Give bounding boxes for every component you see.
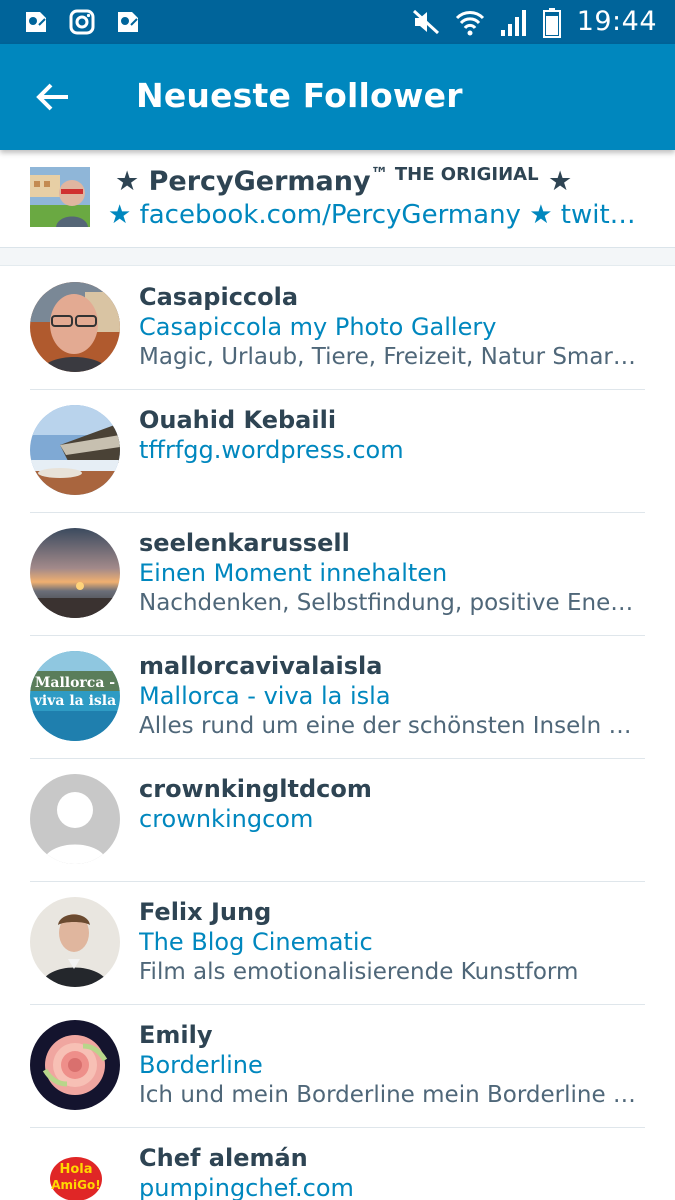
follower-site-link[interactable]: Mallorca - viva la isla [139, 682, 649, 710]
app-bar: Neueste Follower [0, 44, 675, 150]
avatar: Mallorca - viva la isla [30, 651, 120, 741]
list-item[interactable]: Casapiccola Casapiccola my Photo Gallery… [0, 267, 675, 390]
list-item[interactable]: crownkingltdcom crownkingcom [0, 759, 675, 882]
wifi-icon [455, 8, 484, 36]
avatar-text: Hola [59, 1162, 92, 1177]
avatar [30, 405, 120, 495]
avatar [30, 897, 120, 987]
status-bar: 19:44 [0, 0, 675, 44]
follower-name: seelenkarussell [139, 529, 350, 557]
followers-list: Casapiccola Casapiccola my Photo Gallery… [0, 267, 675, 1200]
page-title: Neueste Follower [136, 76, 463, 115]
follower-site-link[interactable]: The Blog Cinematic [139, 928, 649, 956]
maps-icon [22, 8, 50, 36]
follower-site-link[interactable]: tffrfgg.wordpress.com [139, 436, 649, 464]
follower-name: crownkingltdcom [139, 775, 372, 803]
follower-description: Alles rund um eine der schönsten Inseln … [139, 713, 639, 739]
blog-url[interactable]: ★ facebook.com/PercyGermany ★ twitter.co… [108, 200, 643, 230]
follower-name: Casapiccola [139, 283, 299, 311]
battery-icon [542, 7, 561, 38]
follower-name: Chef alemán [139, 1144, 308, 1172]
follower-name: mallorcavivalaisla [139, 652, 383, 680]
list-item[interactable]: seelenkarussell Einen Moment innehalten … [0, 513, 675, 636]
avatar-text: AmiGo! [51, 1178, 100, 1192]
maps-icon [114, 8, 142, 36]
follower-description: Ich und mein Borderline mein Borderline … [139, 1082, 639, 1108]
avatar: Hola AmiGo! [30, 1143, 120, 1200]
follower-site-link[interactable]: Borderline [139, 1051, 649, 1079]
avatar-text: viva la isla [33, 693, 116, 709]
avatar [30, 528, 120, 618]
follower-site-link[interactable]: Einen Moment innehalten [139, 559, 649, 587]
back-button[interactable] [28, 74, 78, 124]
list-item[interactable]: Mallorca - viva la isla mallorcavivalais… [0, 636, 675, 759]
list-item[interactable]: Felix Jung The Blog Cinematic Film als e… [0, 882, 675, 1005]
follower-description: Film als emotionalisierende Kunstform [139, 959, 579, 985]
blog-title: ★ PercyGermany™ THE ORIGIИAL ★ [115, 164, 573, 197]
follower-name: Ouahid Kebaili [139, 406, 337, 434]
avatar [30, 774, 120, 864]
status-time: 19:44 [576, 6, 657, 37]
follower-site-link[interactable]: Casapiccola my Photo Gallery [139, 313, 649, 341]
section-separator [0, 248, 675, 266]
avatar-text: Mallorca - [35, 675, 115, 691]
list-item[interactable]: Hola AmiGo! Chef alemán pumpingchef.com [0, 1128, 675, 1200]
follower-site-link[interactable]: crownkingcom [139, 805, 649, 833]
avatar [30, 1020, 120, 1110]
avatar [30, 282, 120, 372]
blog-header[interactable]: ★ PercyGermany™ THE ORIGIИAL ★ ★ faceboo… [0, 150, 675, 248]
instagram-icon [68, 8, 96, 36]
mute-icon [411, 8, 439, 36]
list-item[interactable]: Emily Borderline Ich und mein Borderline… [0, 1005, 675, 1128]
list-item[interactable]: Ouahid Kebaili tffrfgg.wordpress.com [0, 390, 675, 513]
blog-thumbnail [30, 167, 90, 227]
follower-description: Magic, Urlaub, Tiere, Freizeit, Natur Sm… [139, 344, 639, 370]
follower-description: Nachdenken, Selbstfindung, positive Ener… [139, 590, 639, 616]
follower-site-link[interactable]: pumpingchef.com [139, 1174, 649, 1200]
signal-icon [499, 8, 527, 36]
follower-name: Emily [139, 1021, 213, 1049]
arrow-back-icon [36, 82, 70, 117]
follower-name: Felix Jung [139, 898, 272, 926]
